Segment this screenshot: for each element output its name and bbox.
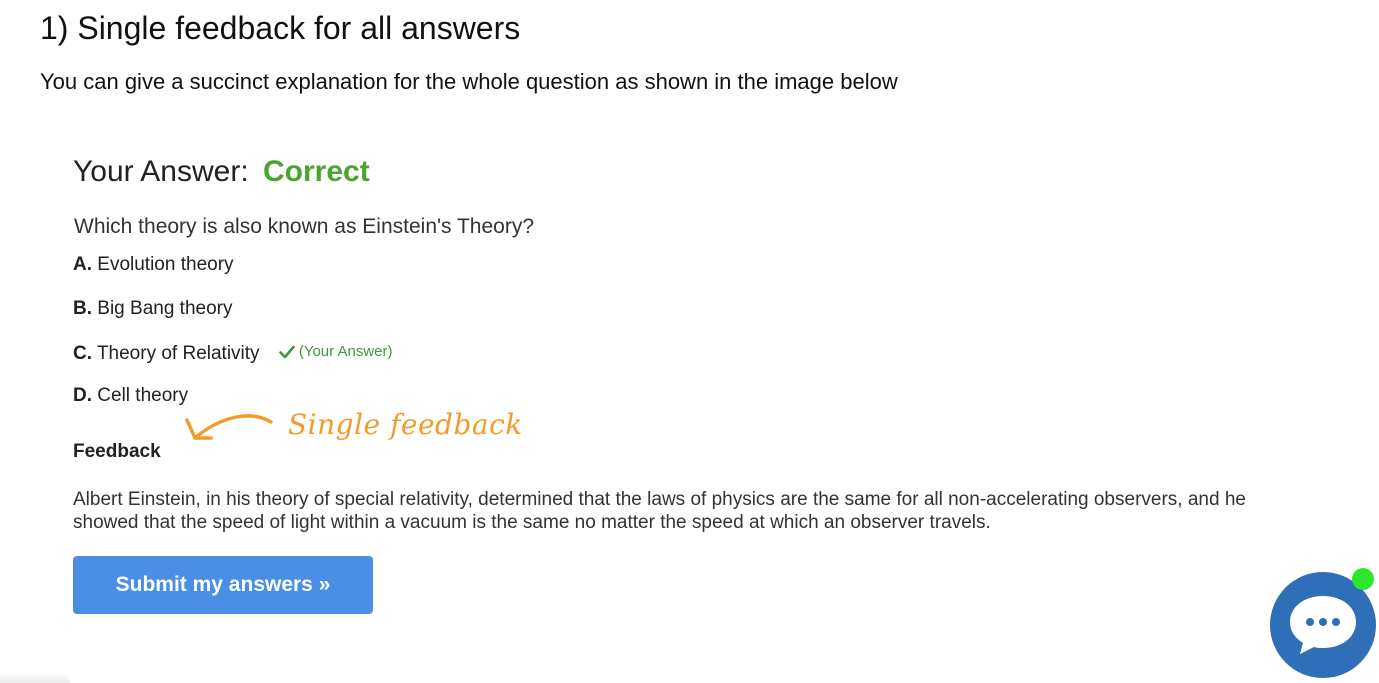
checkmark-icon	[279, 345, 295, 359]
feedback-label: Feedback	[73, 441, 161, 462]
option-d: D. Cell theory	[73, 384, 188, 408]
chat-bubble-icon	[1290, 596, 1356, 654]
option-a: A. Evolution theory	[73, 253, 234, 277]
result-status: Correct	[263, 155, 370, 188]
option-b: B. Big Bang theory	[73, 297, 232, 321]
option-letter: A.	[73, 254, 92, 275]
submit-answers-button[interactable]: Submit my answers »	[73, 556, 373, 614]
your-answer-label: (Your Answer)	[298, 343, 393, 360]
corner-shadow	[0, 673, 70, 683]
option-c: C. Theory of Relativity (Your Answer)	[73, 340, 393, 366]
quiz-result-card: Your Answer: Correct Which theory is als…	[73, 150, 1313, 630]
result-label: Your Answer:	[73, 155, 249, 188]
option-text: Big Bang theory	[97, 298, 233, 319]
section-heading: 1) Single feedback for all answers	[40, 10, 521, 46]
option-text: Theory of Relativity	[96, 343, 260, 364]
question-text: Which theory is also known as Einstein's…	[74, 215, 535, 238]
online-status-dot	[1352, 568, 1374, 590]
annotation-text: Single feedback	[288, 408, 523, 441]
curved-arrow-icon	[185, 414, 273, 440]
option-letter: B.	[73, 298, 92, 319]
result-line: Your Answer: Correct	[73, 154, 370, 190]
option-letter: C.	[73, 343, 92, 364]
single-feedback-annotation: Single feedback	[181, 408, 522, 458]
section-intro: You can give a succinct explanation for …	[40, 69, 898, 94]
option-text: Cell theory	[97, 385, 189, 406]
option-text: Evolution theory	[97, 254, 234, 275]
option-letter: D.	[73, 385, 92, 406]
your-answer-marker: (Your Answer)	[279, 340, 393, 364]
feedback-text: Albert Einstein, in his theory of specia…	[73, 489, 1246, 533]
